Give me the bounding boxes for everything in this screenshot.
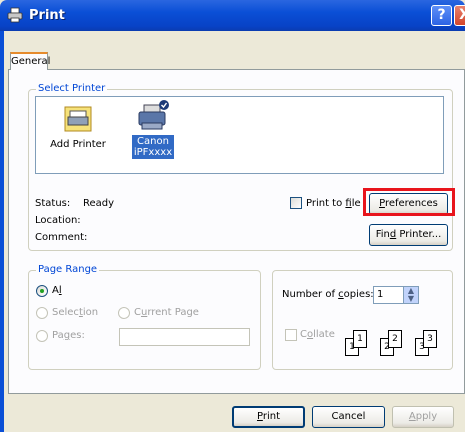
select-printer-legend: Select Printer [36, 83, 108, 94]
canon-printer-label: Canon iPFxxxx [132, 135, 174, 159]
all-radio[interactable] [36, 285, 48, 297]
page-range-group [28, 270, 261, 370]
all-text-a: A [52, 285, 59, 296]
apply-text: pply [415, 411, 438, 422]
add-printer-label: Add Printer [50, 139, 106, 150]
window-title: Print [29, 8, 65, 23]
preferences-highlight [363, 188, 455, 216]
canon-label-line2: iPFxxxx [133, 147, 173, 158]
comment-label: Comment: [35, 232, 88, 243]
print-to-file-text-b: ile [351, 198, 361, 209]
collate-page: 3 [423, 330, 437, 348]
title-bar[interactable]: Print ? X [0, 0, 465, 31]
find-printer-button[interactable]: Find Printer... [369, 224, 448, 246]
print-to-file-label[interactable]: Print to file [306, 198, 361, 209]
window-border [0, 31, 4, 432]
print-text: rint [262, 411, 280, 422]
print-button[interactable]: Print [232, 406, 305, 428]
collate-preview: 1 1 2 2 3 3 [345, 326, 449, 360]
collate-label[interactable]: Collate [300, 329, 335, 340]
copies-label: Number of copies: [282, 289, 374, 300]
copies-text-a: Number of [282, 289, 339, 300]
close-button[interactable]: X [454, 5, 465, 26]
location-label: Location: [35, 215, 81, 226]
status-value: Ready [83, 198, 115, 209]
selection-label[interactable]: Selection [52, 307, 98, 318]
pages-text-a: Pa [52, 330, 64, 341]
find-printer-text-b: Printer... [396, 229, 442, 240]
all-radio-dot [40, 289, 44, 293]
cancel-button[interactable]: Cancel [312, 406, 385, 428]
printer-list[interactable]: Add Printer Canon iPFxxxx [35, 96, 444, 174]
copies-text-b: opies: [343, 289, 374, 300]
print-dialog: Print ? X General Select Printer Add Pri… [0, 0, 465, 432]
apply-accel: A [408, 411, 416, 422]
all-label[interactable]: Al [52, 285, 62, 296]
selection-radio[interactable] [36, 307, 48, 319]
selection-text-a: Selec [52, 307, 79, 318]
collate-checkbox[interactable] [285, 329, 297, 341]
current-page-radio[interactable] [118, 307, 130, 319]
current-page-label[interactable]: Current Page [134, 307, 199, 318]
pages-label[interactable]: Pages: [52, 330, 85, 341]
pages-radio[interactable] [36, 330, 48, 342]
print-to-file-text-a: Print to [306, 198, 346, 209]
find-printer-text-a: Fin [375, 229, 390, 240]
current-page-text-a: C [134, 307, 141, 318]
apply-button[interactable]: Apply [392, 406, 454, 428]
pages-input[interactable] [119, 328, 250, 346]
current-page-text-b: rrent Page [147, 307, 199, 318]
collate-page: 1 [353, 330, 367, 348]
help-button[interactable]: ? [431, 5, 452, 26]
copies-spinner[interactable]: ▲ ▼ [403, 286, 419, 304]
add-printer-item[interactable]: Add Printer [48, 105, 108, 150]
tab-general[interactable]: General [10, 52, 50, 70]
add-printer-icon [64, 106, 92, 132]
all-accel: l [58, 285, 62, 296]
printer-icon [138, 100, 169, 130]
page-range-legend: Page Range [36, 264, 100, 275]
collate-page: 2 [388, 330, 402, 348]
printer-item-canon[interactable]: Canon iPFxxxx [132, 99, 174, 159]
canon-label-line1: Canon [137, 136, 169, 147]
selection-text-b: ion [82, 307, 99, 318]
collate-text-b: llate [313, 329, 335, 340]
collate-text-a: C [300, 329, 307, 340]
pages-text-b: es: [70, 330, 85, 341]
status-label: Status: [35, 198, 71, 209]
printer-title-icon [7, 7, 23, 23]
spin-down-icon[interactable]: ▼ [404, 295, 418, 303]
print-to-file-checkbox[interactable] [290, 197, 302, 209]
